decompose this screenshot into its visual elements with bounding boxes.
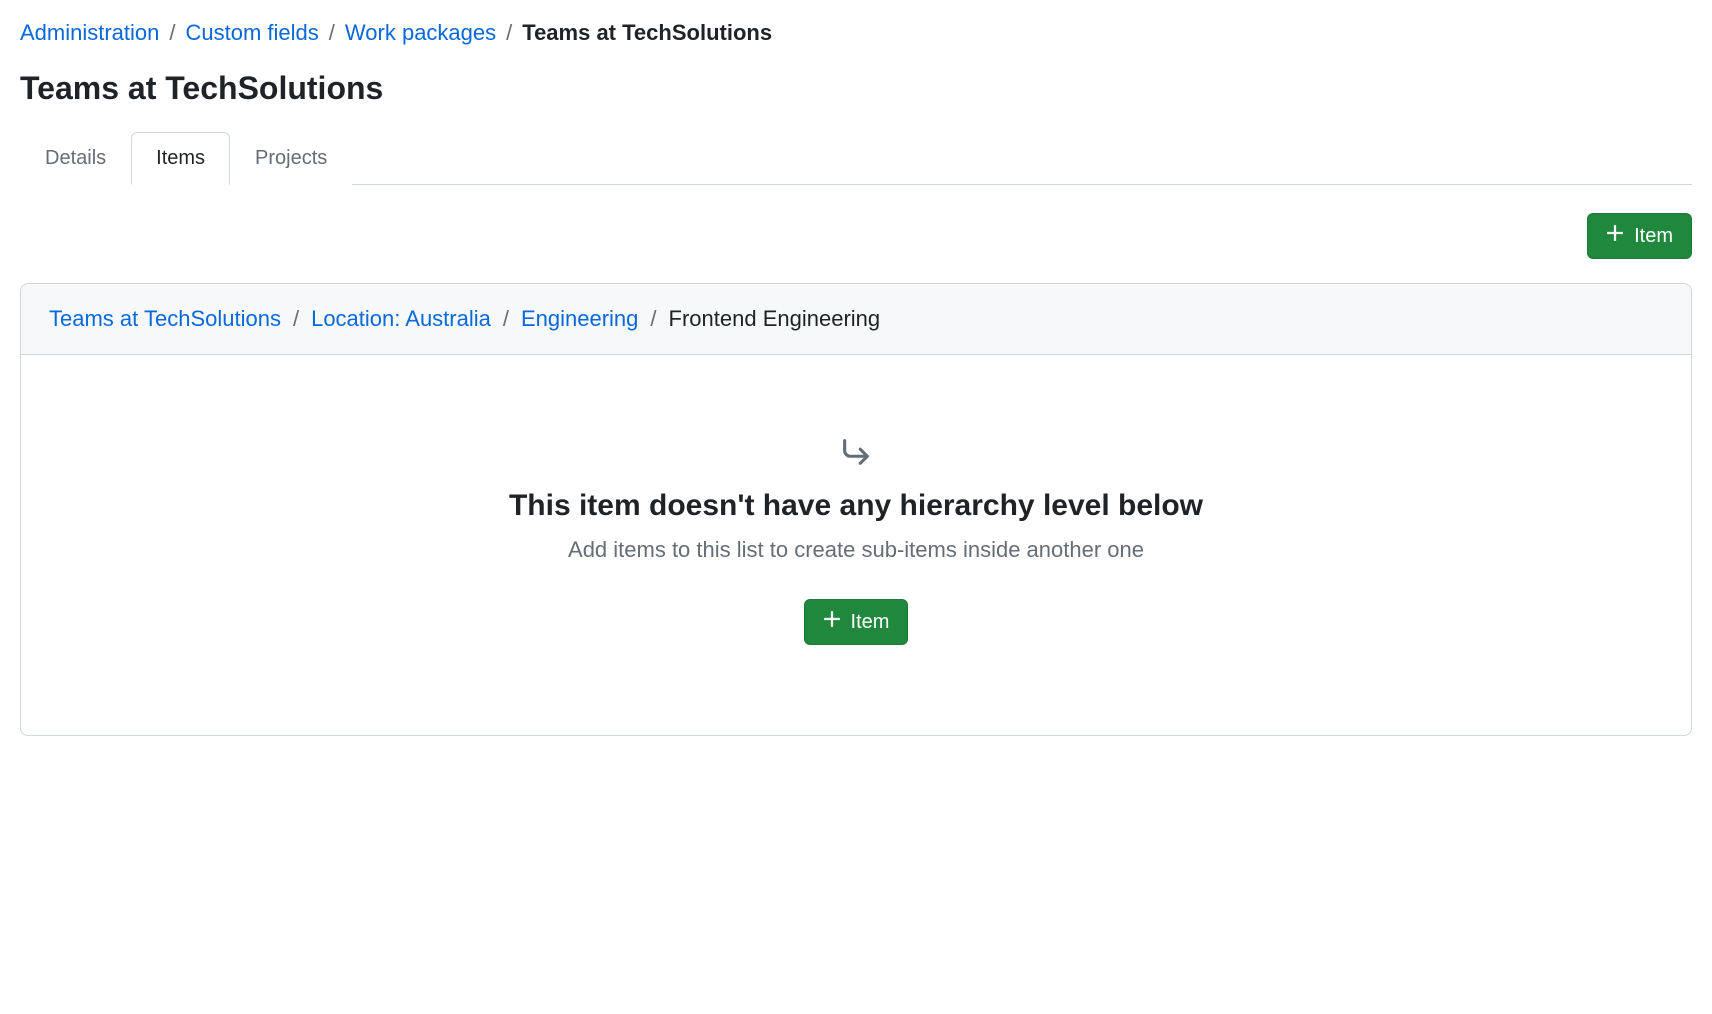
breadcrumb-link-administration[interactable]: Administration bbox=[20, 20, 159, 46]
tab-projects[interactable]: Projects bbox=[230, 132, 352, 185]
breadcrumb-current: Teams at TechSolutions bbox=[522, 20, 772, 46]
breadcrumb-separator: / bbox=[506, 20, 512, 46]
breadcrumb-separator: / bbox=[169, 20, 175, 46]
empty-state-subtitle: Add items to this list to create sub-ite… bbox=[61, 537, 1651, 563]
tabs: Details Items Projects bbox=[20, 131, 1692, 185]
add-item-button[interactable]: Item bbox=[1587, 213, 1692, 259]
panel-breadcrumb-current: Frontend Engineering bbox=[669, 306, 881, 332]
breadcrumb-link-work-packages[interactable]: Work packages bbox=[345, 20, 496, 46]
toolbar: Item bbox=[20, 213, 1692, 259]
breadcrumb-separator: / bbox=[293, 306, 299, 332]
sub-arrow-icon bbox=[839, 435, 873, 469]
panel-breadcrumb-link-engineering[interactable]: Engineering bbox=[521, 306, 638, 332]
tab-details[interactable]: Details bbox=[20, 132, 131, 185]
add-item-button-label: Item bbox=[1634, 225, 1673, 248]
empty-state: This item doesn't have any hierarchy lev… bbox=[21, 355, 1691, 735]
plus-icon bbox=[823, 610, 841, 634]
items-panel: Teams at TechSolutions / Location: Austr… bbox=[20, 283, 1692, 736]
empty-state-add-item-button[interactable]: Item bbox=[804, 599, 909, 645]
panel-breadcrumb: Teams at TechSolutions / Location: Austr… bbox=[21, 284, 1691, 355]
breadcrumb-separator: / bbox=[503, 306, 509, 332]
tab-items[interactable]: Items bbox=[131, 132, 230, 185]
breadcrumb-separator: / bbox=[650, 306, 656, 332]
empty-state-title: This item doesn't have any hierarchy lev… bbox=[61, 489, 1651, 523]
panel-breadcrumb-link-teams[interactable]: Teams at TechSolutions bbox=[49, 306, 281, 332]
breadcrumb-link-custom-fields[interactable]: Custom fields bbox=[186, 20, 319, 46]
page-title: Teams at TechSolutions bbox=[20, 70, 1692, 107]
panel-breadcrumb-link-location[interactable]: Location: Australia bbox=[311, 306, 491, 332]
breadcrumb-top: Administration / Custom fields / Work pa… bbox=[20, 20, 1692, 46]
empty-state-add-item-label: Item bbox=[851, 611, 890, 634]
breadcrumb-separator: / bbox=[329, 20, 335, 46]
plus-icon bbox=[1606, 224, 1624, 248]
